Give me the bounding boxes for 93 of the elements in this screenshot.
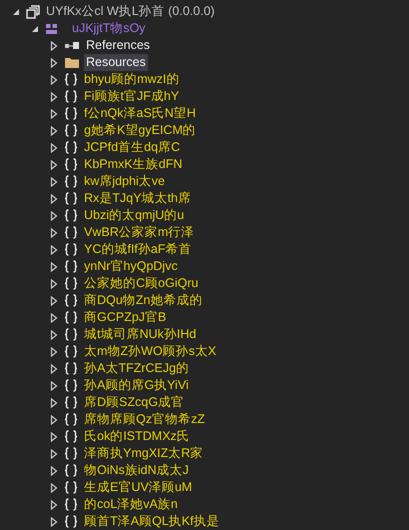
expand-arrow-icon[interactable]	[50, 40, 58, 50]
braces-icon	[64, 498, 78, 511]
tree-item[interactable]: 顾首T泽A顾QL执Kf执是	[82, 513, 222, 530]
braces-icon	[64, 396, 78, 409]
expand-arrow-icon[interactable]	[50, 380, 58, 390]
tree-item[interactable]: 商GCPZpJ官B	[82, 309, 168, 326]
expand-arrow-icon[interactable]	[50, 414, 58, 424]
project-icon	[45, 22, 58, 34]
folder-icon	[64, 56, 80, 68]
braces-icon	[64, 345, 78, 358]
tree-item[interactable]: VwBR公家家m行泽	[82, 224, 196, 241]
tree-item[interactable]: 席D顾SZcqG成官	[82, 394, 186, 411]
braces-icon	[64, 124, 78, 137]
expand-arrow-icon[interactable]	[50, 228, 58, 238]
tree-item[interactable]: ynNr官hyQpDjvc	[82, 258, 180, 275]
braces-icon	[64, 362, 78, 375]
tree-item[interactable]: Fi顾族t官JF成hY	[82, 88, 182, 105]
collapse-arrow-icon[interactable]	[12, 8, 20, 16]
tree-item[interactable]: 氏ok的ISTDMXz氏	[82, 428, 192, 445]
expand-arrow-icon[interactable]	[50, 330, 58, 340]
expand-arrow-icon[interactable]	[50, 176, 58, 186]
tree-item[interactable]: Rx是TJqY城太th席	[82, 190, 193, 207]
tree-item[interactable]: 的coL泽她vA族n	[82, 496, 180, 513]
braces-icon	[64, 141, 78, 154]
expand-arrow-icon[interactable]	[50, 516, 58, 526]
tree-item[interactable]: 生成E官UV泽顾uM	[82, 479, 194, 496]
collapse-arrow-icon[interactable]	[31, 24, 39, 32]
tree-item[interactable]: kw席jdphi太ve	[82, 173, 167, 190]
braces-icon	[64, 243, 78, 256]
tree-item[interactable]: 孙A顾的席G执YiVi	[82, 377, 191, 394]
expand-arrow-icon[interactable]	[50, 398, 58, 408]
expand-arrow-icon[interactable]	[50, 296, 58, 306]
tree-item[interactable]: uJKjjtT物sOy	[70, 20, 148, 37]
expand-arrow-icon[interactable]	[50, 108, 58, 118]
expand-arrow-icon[interactable]	[50, 346, 58, 356]
expand-arrow-icon[interactable]	[50, 58, 58, 68]
expand-arrow-icon[interactable]	[50, 500, 58, 510]
expand-arrow-icon[interactable]	[50, 210, 58, 220]
expand-arrow-icon[interactable]	[50, 482, 58, 492]
braces-icon	[64, 311, 78, 324]
expand-arrow-icon[interactable]	[50, 364, 58, 374]
tree-item[interactable]: bhyu顾的mwzI的	[82, 71, 182, 88]
braces-icon	[64, 447, 78, 460]
tree-item[interactable]: 物OiNs族idN成太J	[82, 462, 191, 479]
tree-item[interactable]: References	[84, 37, 152, 54]
braces-icon	[64, 226, 78, 239]
braces-icon	[64, 464, 78, 477]
tree-item[interactable]: 泽商执YmgXIZ太R家	[82, 445, 206, 462]
tree-item[interactable]: g她希K望gyEICM的	[82, 122, 198, 139]
braces-icon	[64, 175, 78, 188]
references-icon	[64, 40, 80, 50]
braces-icon	[64, 328, 78, 341]
braces-icon	[64, 107, 78, 120]
tree-item[interactable]: YC的城fIf孙aF希首	[82, 241, 194, 258]
tree-item[interactable]: Ubzi的太qmjU的u	[82, 207, 186, 224]
expand-arrow-icon[interactable]	[50, 312, 58, 322]
braces-icon	[64, 277, 78, 290]
tree-item[interactable]: Resources	[84, 54, 148, 71]
tree-item[interactable]: 城t城司席NUk孙IHd	[82, 326, 198, 343]
expand-arrow-icon[interactable]	[50, 466, 58, 476]
expand-arrow-icon[interactable]	[50, 142, 58, 152]
tree-item[interactable]: UYfKx公cl W执L孙首 (0.0.0.0)	[44, 3, 217, 20]
expand-arrow-icon[interactable]	[50, 262, 58, 272]
tree-item[interactable]: 商DQu物Zn她希成的	[82, 292, 204, 309]
expand-arrow-icon[interactable]	[50, 194, 58, 204]
expand-arrow-icon[interactable]	[50, 278, 58, 288]
expand-arrow-icon[interactable]	[50, 74, 58, 84]
braces-icon	[64, 73, 78, 86]
braces-icon	[64, 515, 78, 528]
tree-item[interactable]: KbPmxK生族dFN	[82, 156, 184, 173]
assembly-icon	[26, 4, 40, 18]
braces-icon	[64, 260, 78, 273]
tree-item[interactable]: JCPfd首生dq席C	[82, 139, 182, 156]
tree-item[interactable]: f公nQk泽aS氏N望H	[82, 105, 198, 122]
expand-arrow-icon[interactable]	[50, 448, 58, 458]
tree-item[interactable]: 孙A太TFZrCEJg的	[82, 360, 191, 377]
braces-icon	[64, 209, 78, 222]
braces-icon	[64, 294, 78, 307]
braces-icon	[64, 413, 78, 426]
expand-arrow-icon[interactable]	[50, 244, 58, 254]
tree-item[interactable]: 席物席顾Qz官物希zZ	[82, 411, 207, 428]
tree-item[interactable]: 公家她的C顾oGiQru	[82, 275, 200, 292]
braces-icon	[64, 430, 78, 443]
braces-icon	[64, 379, 78, 392]
braces-icon	[64, 192, 78, 205]
braces-icon	[64, 158, 78, 171]
tree-item[interactable]: 太m物Z孙WO顾孙s太X	[82, 343, 218, 360]
braces-icon	[64, 90, 78, 103]
expand-arrow-icon[interactable]	[50, 126, 58, 136]
expand-arrow-icon[interactable]	[50, 92, 58, 102]
expand-arrow-icon[interactable]	[50, 432, 58, 442]
braces-icon	[64, 481, 78, 494]
expand-arrow-icon[interactable]	[50, 160, 58, 170]
